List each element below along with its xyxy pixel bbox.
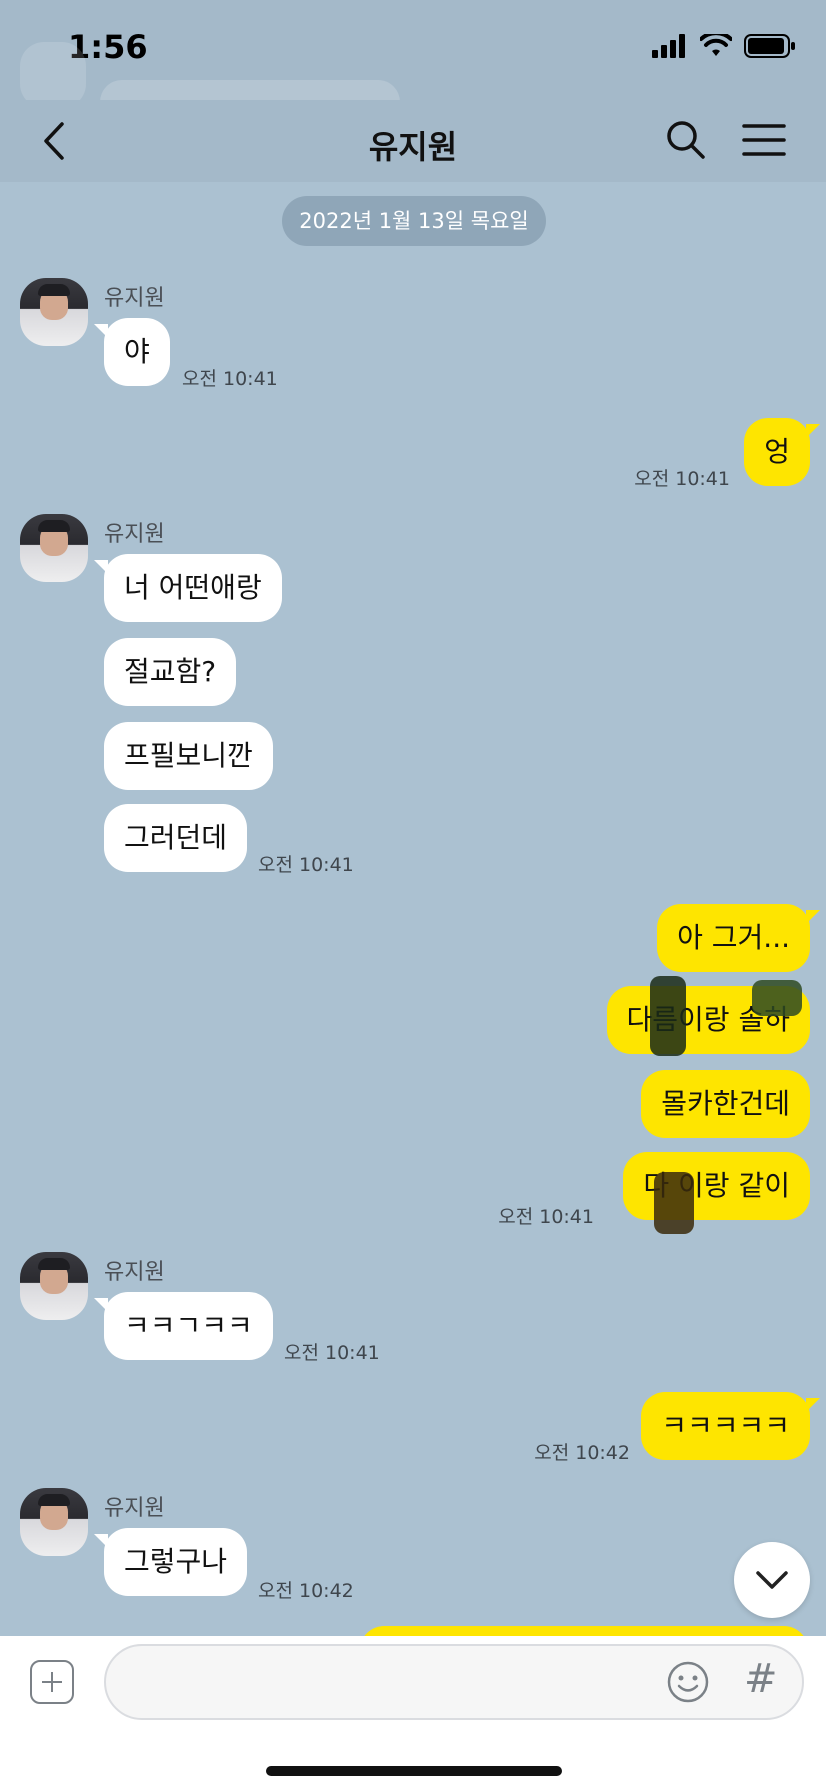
message-bubble[interactable]: 다 이랑 같이: [623, 1152, 810, 1220]
message-time: 오전 10:41: [634, 468, 730, 490]
home-indicator: [266, 1766, 562, 1776]
message-bubble[interactable]: ㅋㅋㄱㅋㅋ: [94, 1292, 273, 1360]
date-divider: 2022년 1월 13일 목요일: [282, 196, 546, 246]
message-bubble[interactable]: 프필보니깐: [104, 722, 273, 790]
message-bubble[interactable]: ㅋㅋㅋㅋㅋ: [641, 1392, 820, 1460]
sender-name: 유지원: [104, 1260, 165, 1285]
battery-icon: [744, 34, 795, 58]
sender-name: 유지원: [104, 286, 165, 311]
message-bubble[interactable]: 아 그거...: [657, 904, 820, 972]
search-icon[interactable]: [664, 118, 706, 160]
avatar[interactable]: [20, 1252, 88, 1320]
message-bubble[interactable]: 그렇구나: [93, 1528, 248, 1596]
scroll-to-bottom-button[interactable]: [734, 1542, 810, 1618]
redaction-mark: [654, 1172, 694, 1234]
sender-name: 유지원: [104, 522, 165, 547]
sender-name: 유지원: [104, 1496, 165, 1521]
message-bubble[interactable]: 그러던데: [104, 804, 248, 872]
message-time: 오전 10:42: [258, 1580, 354, 1602]
redaction-mark: [752, 980, 802, 1016]
emoji-icon[interactable]: [666, 1660, 710, 1704]
composer-bar: #: [0, 1636, 826, 1792]
message-time: 오전 10:41: [258, 854, 354, 876]
message-time: 오전 10:41: [284, 1342, 380, 1364]
ghost-avatar: [20, 42, 86, 108]
status-icons: [652, 34, 796, 58]
avatar[interactable]: [20, 514, 88, 582]
plus-icon[interactable]: [30, 1660, 74, 1704]
redaction-mark: [650, 976, 686, 1056]
avatar[interactable]: [20, 278, 88, 346]
avatar[interactable]: [20, 1488, 88, 1556]
message-bubble[interactable]: 절교함?: [104, 638, 237, 706]
menu-icon[interactable]: [742, 122, 786, 158]
message-bubble[interactable]: 야: [94, 318, 170, 386]
wifi-icon: [700, 34, 732, 56]
signal-icon: [652, 34, 685, 58]
chat-header: 유지원: [0, 100, 826, 182]
message-time: 오전 10:42: [534, 1442, 630, 1464]
message-time: 오전 10:41: [498, 1206, 594, 1228]
chevron-down-icon: [756, 1571, 788, 1589]
message-bubble[interactable]: 너 어떤애랑: [94, 554, 282, 622]
hashtag-icon[interactable]: #: [744, 1654, 784, 1704]
message-time: 오전 10:41: [182, 368, 278, 390]
message-bubble[interactable]: 엉: [744, 418, 820, 486]
message-bubble[interactable]: 몰카한건데: [641, 1070, 810, 1138]
